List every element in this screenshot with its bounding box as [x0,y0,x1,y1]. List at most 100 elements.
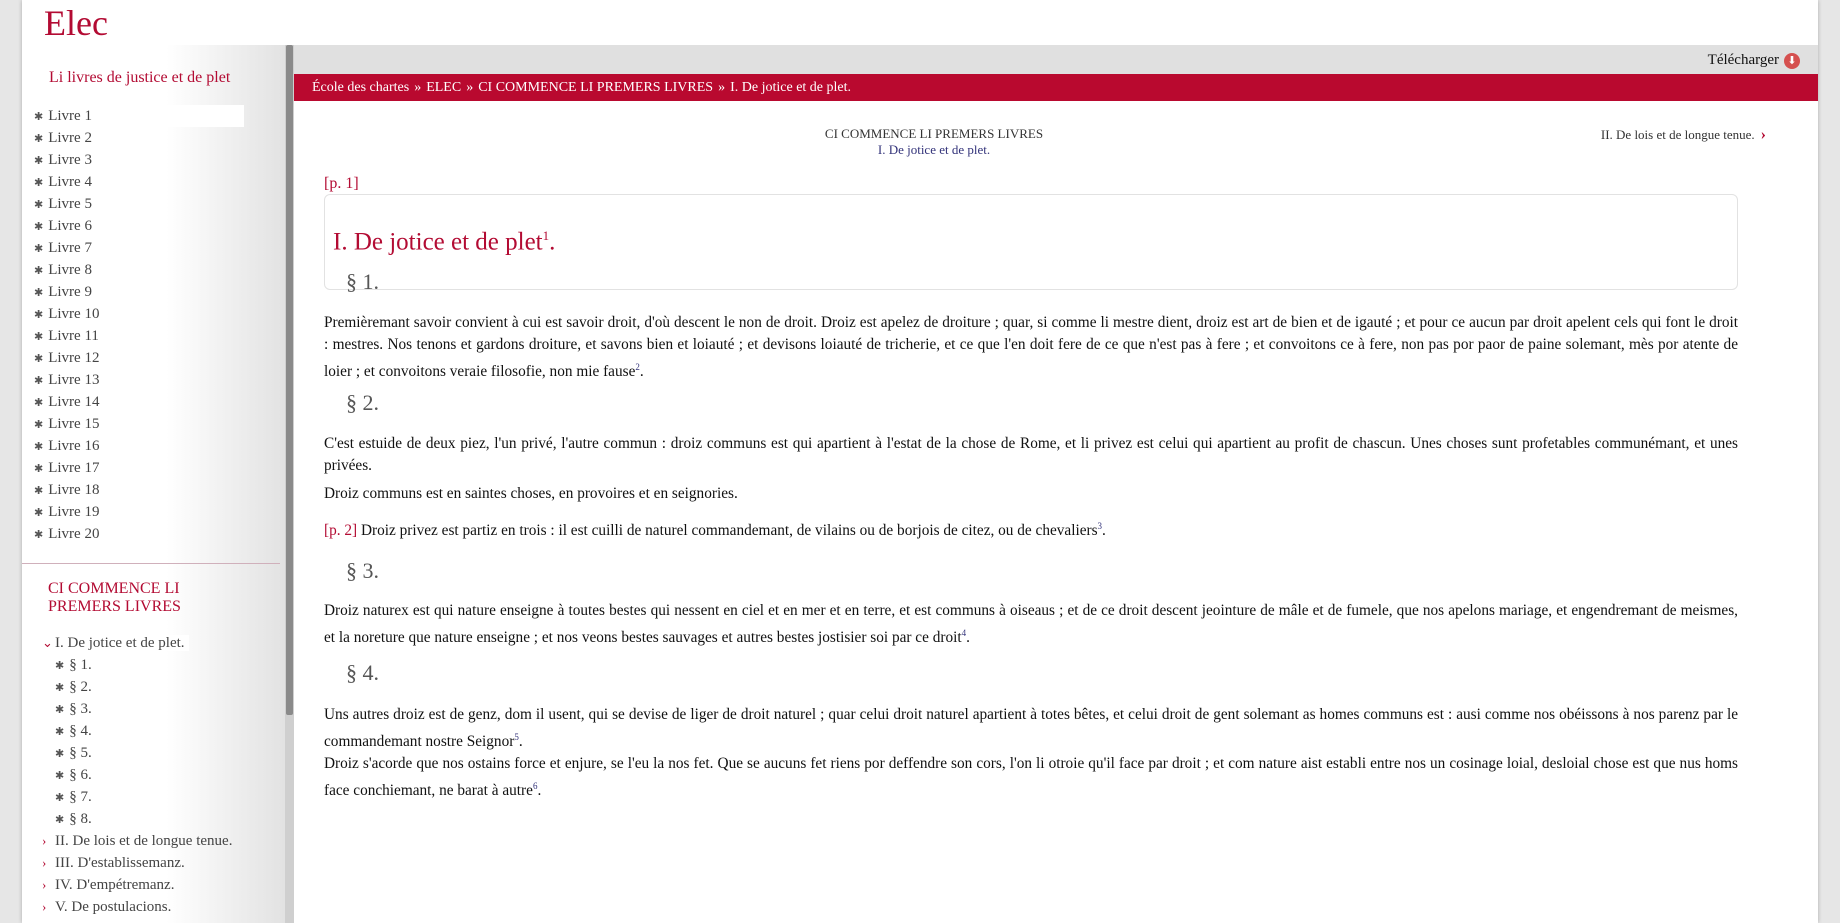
paragraph-1: Premièremant savoir convient à cui est s… [324,314,1738,381]
sidebar-item-livre-10[interactable]: ✱ Livre 10 [30,303,270,325]
toc-paragraph-7[interactable]: ✱ § 7. [38,786,278,808]
sidebar-item-livre-1[interactable]: ✱ Livre 1 [30,105,244,127]
section-heading-2: § 2. [346,390,379,415]
section-heading-3: § 3. [346,558,379,583]
asterisk-icon: ✱ [55,748,65,760]
chevron-down-icon[interactable]: ⌄ [42,632,53,654]
chevron-right-icon[interactable]: › [42,852,50,874]
asterisk-icon: ✱ [34,353,44,365]
section-heading-1: § 1. [346,269,379,294]
asterisk-icon: ✱ [34,419,44,431]
toc-paragraph-3[interactable]: ✱ § 3. [38,698,278,720]
asterisk-icon: ✱ [55,660,65,672]
paragraph-2c: [p. 2] Droiz privez est partiz en trois … [324,521,1106,540]
site-logo[interactable]: Elec [44,2,108,44]
sidebar-item-livre-17[interactable]: ✱ Livre 17 [30,457,270,479]
table-of-contents: ⌄ I. De jotice et de plet. ✱ § 1. ✱ § 2. ✱ §… [38,632,278,918]
asterisk-icon: ✱ [34,397,44,409]
sidebar-divider [22,563,280,564]
asterisk-icon: ✱ [34,309,44,321]
sidebar-item-livre-7[interactable]: ✱ Livre 7 [30,237,270,259]
toc-paragraph-4[interactable]: ✱ § 4. [38,720,278,742]
toc-chapter-current[interactable]: ⌄ I. De jotice et de plet. [38,632,278,654]
next-chapter-link[interactable]: II. De lois et de longue tenue. › [1601,126,1766,144]
breadcrumb-separator: » [466,80,474,95]
sidebar-item-livre-6[interactable]: ✱ Livre 6 [30,215,270,237]
asterisk-icon: ✱ [55,770,65,782]
asterisk-icon: ✱ [34,133,44,145]
page-reference[interactable]: [p. 1] [324,175,359,193]
asterisk-icon: ✱ [55,682,65,694]
asterisk-icon: ✱ [55,704,65,716]
breadcrumb-item-elec[interactable]: ELEC [426,80,461,95]
header-book-title[interactable]: CI COMMENCE LI PREMERS LIVRES [724,126,1144,142]
toc-paragraph-2[interactable]: ✱ § 2. [38,676,278,698]
chapter-header: CI COMMENCE LI PREMERS LIVRES I. De joti… [724,126,1144,158]
chapter-title-box: I. De jotice et de plet1. [324,194,1738,290]
sidebar-item-livre-13[interactable]: ✱ Livre 13 [30,369,270,391]
breadcrumb-separator: » [718,80,726,95]
asterisk-icon: ✱ [34,463,44,475]
toc-paragraph-6[interactable]: ✱ § 6. [38,764,278,786]
sidebar-item-livre-5[interactable]: ✱ Livre 5 [30,193,270,215]
asterisk-icon: ✱ [34,221,44,233]
sidebar-item-livre-3[interactable]: ✱ Livre 3 [30,149,270,171]
download-icon: ⬇ [1784,52,1800,69]
page-reference[interactable]: [p. 2] [324,522,357,539]
asterisk-icon: ✱ [34,243,44,255]
sidebar-item-livre-18[interactable]: ✱ Livre 18 [30,479,270,501]
sidebar-section-title[interactable]: CI COMMENCE LI PREMERS LIVRES [48,580,228,616]
toc-chapter-5[interactable]: › V. De postulacions. [38,896,278,918]
sidebar-item-livre-14[interactable]: ✱ Livre 14 [30,391,270,413]
sidebar-item-livre-9[interactable]: ✱ Livre 9 [30,281,270,303]
download-button[interactable]: Télécharger ⬇ [1708,52,1800,69]
paragraph-2a: C'est estuide de deux piez, l'un privé, … [324,435,1738,474]
sidebar-item-livre-19[interactable]: ✱ Livre 19 [30,501,270,523]
app-frame: Elec Li livres de justice et de plet ✱ Li… [22,0,1818,923]
asterisk-icon: ✱ [34,155,44,167]
sidebar-item-livre-2[interactable]: ✱ Livre 2 [30,127,270,149]
sidebar-item-livre-8[interactable]: ✱ Livre 8 [30,259,270,281]
sidebar-title[interactable]: Li livres de justice et de plet [49,69,230,87]
breadcrumb-item-book[interactable]: CI COMMENCE LI PREMERS LIVRES [478,80,713,95]
top-bar: Télécharger ⬇ [294,45,1818,74]
asterisk-icon: ✱ [34,507,44,519]
breadcrumb-separator: » [414,80,422,95]
sidebar-item-livre-16[interactable]: ✱ Livre 16 [30,435,270,457]
breadcrumb: École des chartes » ELEC » CI COMMENCE LI PR… [294,74,1818,101]
asterisk-icon: ✱ [34,529,44,541]
asterisk-icon: ✱ [34,287,44,299]
asterisk-icon: ✱ [55,726,65,738]
sidebar: Li livres de justice et de plet ✱ Livre 1… [22,45,285,923]
toc-chapter-4[interactable]: › IV. D'empétremanz. [38,874,278,896]
toc-paragraph-5[interactable]: ✱ § 5. [38,742,278,764]
paragraph-2b: Droiz communs est en saintes choses, en … [324,485,738,502]
header-chapter-title: I. De jotice et de plet. [877,142,991,157]
main-content: CI COMMENCE LI PREMERS LIVRES I. De joti… [324,101,1766,923]
chevron-right-icon[interactable]: › [42,874,50,896]
breadcrumb-item-home[interactable]: École des chartes [312,80,409,95]
sidebar-item-livre-4[interactable]: ✱ Livre 4 [30,171,270,193]
book-list: ✱ Livre 1 ✱ Livre 2 ✱ Livre 3 ✱ Livre 4 ✱ Liv… [30,105,270,545]
toc-paragraph-8[interactable]: ✱ § 8. [38,808,278,830]
asterisk-icon: ✱ [34,199,44,211]
asterisk-icon: ✱ [34,331,44,343]
asterisk-icon: ✱ [34,177,44,189]
chevron-right-icon[interactable]: › [42,830,50,852]
toc-paragraph-1[interactable]: ✱ § 1. [38,654,278,676]
sidebar-item-livre-15[interactable]: ✱ Livre 15 [30,413,270,435]
sidebar-scrollbar-thumb[interactable] [286,45,293,715]
sidebar-item-livre-20[interactable]: ✱ Livre 20 [30,523,270,545]
asterisk-icon: ✱ [34,485,44,497]
section-heading-4: § 4. [346,660,379,685]
toc-chapter-3[interactable]: › III. D'establissemanz. [38,852,278,874]
breadcrumb-item-chapter: I. De jotice et de plet. [730,80,852,95]
toc-chapter-2[interactable]: › II. De lois et de longue tenue. [38,830,278,852]
asterisk-icon: ✱ [34,111,44,123]
chevron-right-icon[interactable]: › [42,896,50,918]
chevron-right-icon: › [1760,126,1766,143]
paragraph-3: Droiz naturex est qui nature enseigne à … [324,602,1738,647]
sidebar-item-livre-12[interactable]: ✱ Livre 12 [30,347,270,369]
paragraph-4b: Droiz s'acorde que nos ostains force et … [324,755,1738,800]
sidebar-item-livre-11[interactable]: ✱ Livre 11 [30,325,270,347]
